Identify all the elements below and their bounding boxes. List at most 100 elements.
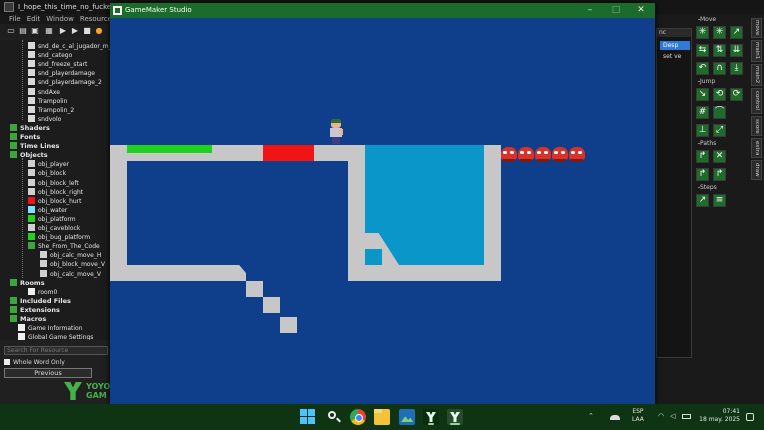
photos-icon[interactable] <box>399 409 415 425</box>
tree-item[interactable]: Trampolin_2 <box>28 105 74 115</box>
build-icon[interactable]: ● <box>94 26 104 36</box>
tree-item[interactable]: Global Game Settings <box>18 333 93 340</box>
tree-folder[interactable]: Extensions <box>10 305 60 315</box>
move-towards-icon[interactable]: ↗ <box>730 26 743 39</box>
minimize-button[interactable]: – <box>578 3 602 18</box>
move-to-contact-icon[interactable]: ⊥ <box>696 124 709 137</box>
windows-start-icon[interactable] <box>300 409 316 425</box>
cloud-icon[interactable] <box>610 415 620 420</box>
open-folder-icon[interactable]: ▤ <box>18 26 28 36</box>
tree-item[interactable]: sndAxe <box>28 87 60 97</box>
tree-item[interactable]: obj_caveblock <box>28 224 80 233</box>
tab-move[interactable]: move <box>751 18 762 38</box>
move-fixed-icon[interactable]: ✳ <box>696 26 709 39</box>
friction-icon[interactable]: ⤓ <box>730 62 743 75</box>
tree-item[interactable]: Trampolin <box>28 96 67 106</box>
menu-window[interactable]: Window <box>43 14 77 24</box>
tree-folder[interactable]: Shaders <box>10 123 50 133</box>
tree-folder[interactable]: Rooms <box>10 278 45 288</box>
language-indicator[interactable]: ESP LAA <box>632 408 644 424</box>
previous-button[interactable]: Previous <box>4 368 92 378</box>
reverse-horizontal-icon[interactable]: ↶ <box>696 62 709 75</box>
reverse-vertical-icon[interactable]: ∩ <box>713 62 726 75</box>
file-explorer-icon[interactable] <box>374 409 390 425</box>
tab-main1[interactable]: main1 <box>751 40 762 62</box>
tree-item[interactable]: snd_catego <box>28 51 72 60</box>
jump-to-random-icon[interactable]: ⟳ <box>730 88 743 101</box>
battery-icon[interactable] <box>682 414 691 419</box>
chevron-up-icon[interactable]: ⌃ <box>588 413 597 420</box>
tab-control[interactable]: control <box>751 88 762 114</box>
tree-folder[interactable]: Time Lines <box>10 142 59 151</box>
tree-item[interactable]: snd_de_c_al_jugador_m_p <box>28 42 110 51</box>
tree-item[interactable]: sndvolo <box>28 114 61 124</box>
tree-item[interactable]: snd_playerdamage_2 <box>28 78 102 87</box>
tree-item[interactable]: obj_player <box>28 160 69 169</box>
bounce-icon[interactable]: ⤢ <box>713 124 726 137</box>
event-item[interactable]: Desp <box>660 41 690 50</box>
enemy-sprite <box>552 145 568 162</box>
set-path-icon[interactable]: ↱ <box>696 150 709 163</box>
jump-to-position-icon[interactable]: ↘ <box>696 88 709 101</box>
tree-item[interactable]: snd_freeze_start <box>28 60 87 69</box>
tree-folder[interactable]: Objects <box>10 151 48 160</box>
jump-to-start-icon[interactable]: ⟲ <box>713 88 726 101</box>
stop-icon[interactable]: ■ <box>82 26 92 36</box>
close-button[interactable]: ✕ <box>629 3 653 18</box>
event-item[interactable]: set ve <box>660 52 690 61</box>
tree-item[interactable]: obj_bug_platform <box>28 233 90 242</box>
end-path-icon[interactable]: ✕ <box>713 150 726 163</box>
tree-item[interactable]: obj_block_hurt <box>28 196 82 206</box>
search-input[interactable]: Search For Resource <box>4 346 108 355</box>
volume-icon[interactable]: ◁ <box>670 413 679 420</box>
object-icon <box>28 205 35 213</box>
tree-item[interactable]: obj_platform <box>28 214 76 224</box>
export-icon[interactable]: ▦ <box>44 26 54 36</box>
wrap-screen-icon[interactable]: ⌒ <box>713 106 726 119</box>
tab-draw[interactable]: draw <box>751 160 762 180</box>
path-speed-icon[interactable]: ↱ <box>713 168 726 181</box>
tree-folder[interactable]: Fonts <box>10 133 40 142</box>
align-to-grid-icon[interactable]: # <box>696 106 709 119</box>
tab-main2[interactable]: main2 <box>751 64 762 86</box>
step-avoiding-icon[interactable]: ≡ <box>713 194 726 207</box>
tree-item[interactable]: She_From_The_Code <box>28 242 100 251</box>
path-position-icon[interactable]: ↱ <box>696 168 709 181</box>
whole-word-checkbox[interactable]: Whole Word Only <box>4 358 108 367</box>
debug-icon[interactable]: ▶ <box>70 26 80 36</box>
run-icon[interactable]: ▶ <box>58 26 68 36</box>
tree-item[interactable]: room0 <box>28 287 57 297</box>
tree-folder[interactable]: Macros <box>10 315 46 324</box>
tree-item[interactable]: obj_block_right <box>28 187 83 197</box>
tab-score[interactable]: score <box>751 116 762 136</box>
tree-label: obj_water <box>38 206 68 214</box>
menu-file[interactable]: File <box>6 14 24 24</box>
tree-item[interactable]: obj_calc_move_H <box>40 251 101 260</box>
checkbox-icon[interactable] <box>4 359 10 365</box>
chrome-icon[interactable] <box>350 409 366 425</box>
step-towards-icon[interactable]: ↗ <box>696 194 709 207</box>
tree-folder[interactable]: Included Files <box>10 296 71 306</box>
move-free-icon[interactable]: ✳ <box>713 26 726 39</box>
save-icon[interactable]: ▣ <box>30 26 40 36</box>
speed-vertical-icon[interactable]: ⇅ <box>713 44 726 57</box>
tree-item[interactable]: Game Information <box>18 324 83 333</box>
tree-label: Shaders <box>20 123 50 132</box>
maximize-button[interactable]: □ <box>604 3 628 18</box>
tree-item[interactable]: snd_playerdamage <box>28 69 95 78</box>
tree-item[interactable]: obj_block <box>28 169 66 178</box>
tree-item[interactable]: obj_calc_move_V <box>40 269 101 279</box>
notification-icon[interactable] <box>746 413 754 421</box>
gravity-icon[interactable]: ⇊ <box>730 44 743 57</box>
menu-edit[interactable]: Edit <box>24 14 44 24</box>
tree-item[interactable]: obj_block_move_V <box>40 260 105 269</box>
game-canvas[interactable] <box>110 18 655 404</box>
tree-item[interactable]: obj_water <box>28 205 68 215</box>
speed-horizontal-icon[interactable]: ⇆ <box>696 44 709 57</box>
tab-extra[interactable]: extra <box>751 138 762 158</box>
wifi-icon[interactable]: ◠ <box>658 413 667 420</box>
clock[interactable]: 07:41 18 may. 2025 <box>698 408 740 424</box>
tree-item[interactable]: obj_block_left <box>28 178 79 188</box>
new-file-icon[interactable]: ▭ <box>6 26 16 36</box>
search-icon[interactable] <box>326 409 342 425</box>
